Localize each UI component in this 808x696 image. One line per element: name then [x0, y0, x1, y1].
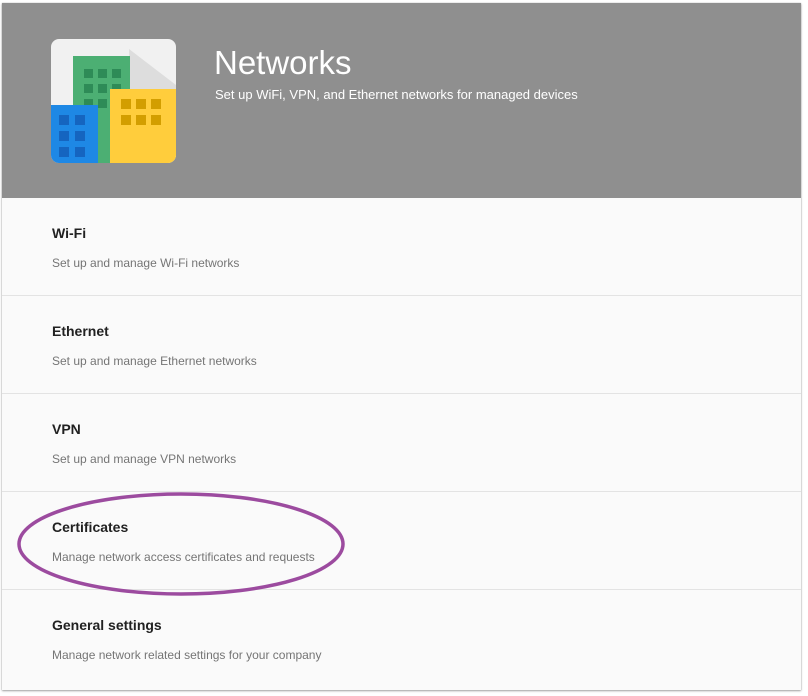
item-title: Ethernet — [52, 323, 109, 339]
page-title: Networks — [214, 44, 352, 81]
item-title: VPN — [52, 421, 81, 437]
buildings-icon — [51, 39, 176, 163]
item-description: Manage network related settings for your… — [52, 648, 322, 662]
item-title: Certificates — [52, 519, 129, 535]
list-item-ethernet[interactable]: Ethernet Set up and manage Ethernet netw… — [2, 296, 801, 394]
item-description: Manage network access certificates and r… — [52, 550, 315, 564]
list-item-general-settings[interactable]: General settings Manage network related … — [2, 590, 801, 687]
item-description: Set up and manage Ethernet networks — [52, 354, 257, 368]
item-title: Wi-Fi — [52, 225, 87, 241]
item-title: General settings — [52, 617, 162, 633]
item-description: Set up and manage VPN networks — [52, 452, 237, 466]
settings-list: Wi-Fi Set up and manage Wi-Fi networks E… — [2, 198, 801, 687]
item-description: Set up and manage Wi-Fi networks — [52, 256, 240, 270]
list-item-wifi[interactable]: Wi-Fi Set up and manage Wi-Fi networks — [2, 198, 801, 296]
page-header: Networks Set up WiFi, VPN, and Ethernet … — [2, 3, 801, 198]
list-item-vpn[interactable]: VPN Set up and manage VPN networks — [2, 394, 801, 492]
networks-panel: Networks Set up WiFi, VPN, and Ethernet … — [2, 3, 801, 690]
page-subtitle: Set up WiFi, VPN, and Ethernet networks … — [215, 87, 578, 102]
list-item-certificates[interactable]: Certificates Manage network access certi… — [2, 492, 801, 590]
